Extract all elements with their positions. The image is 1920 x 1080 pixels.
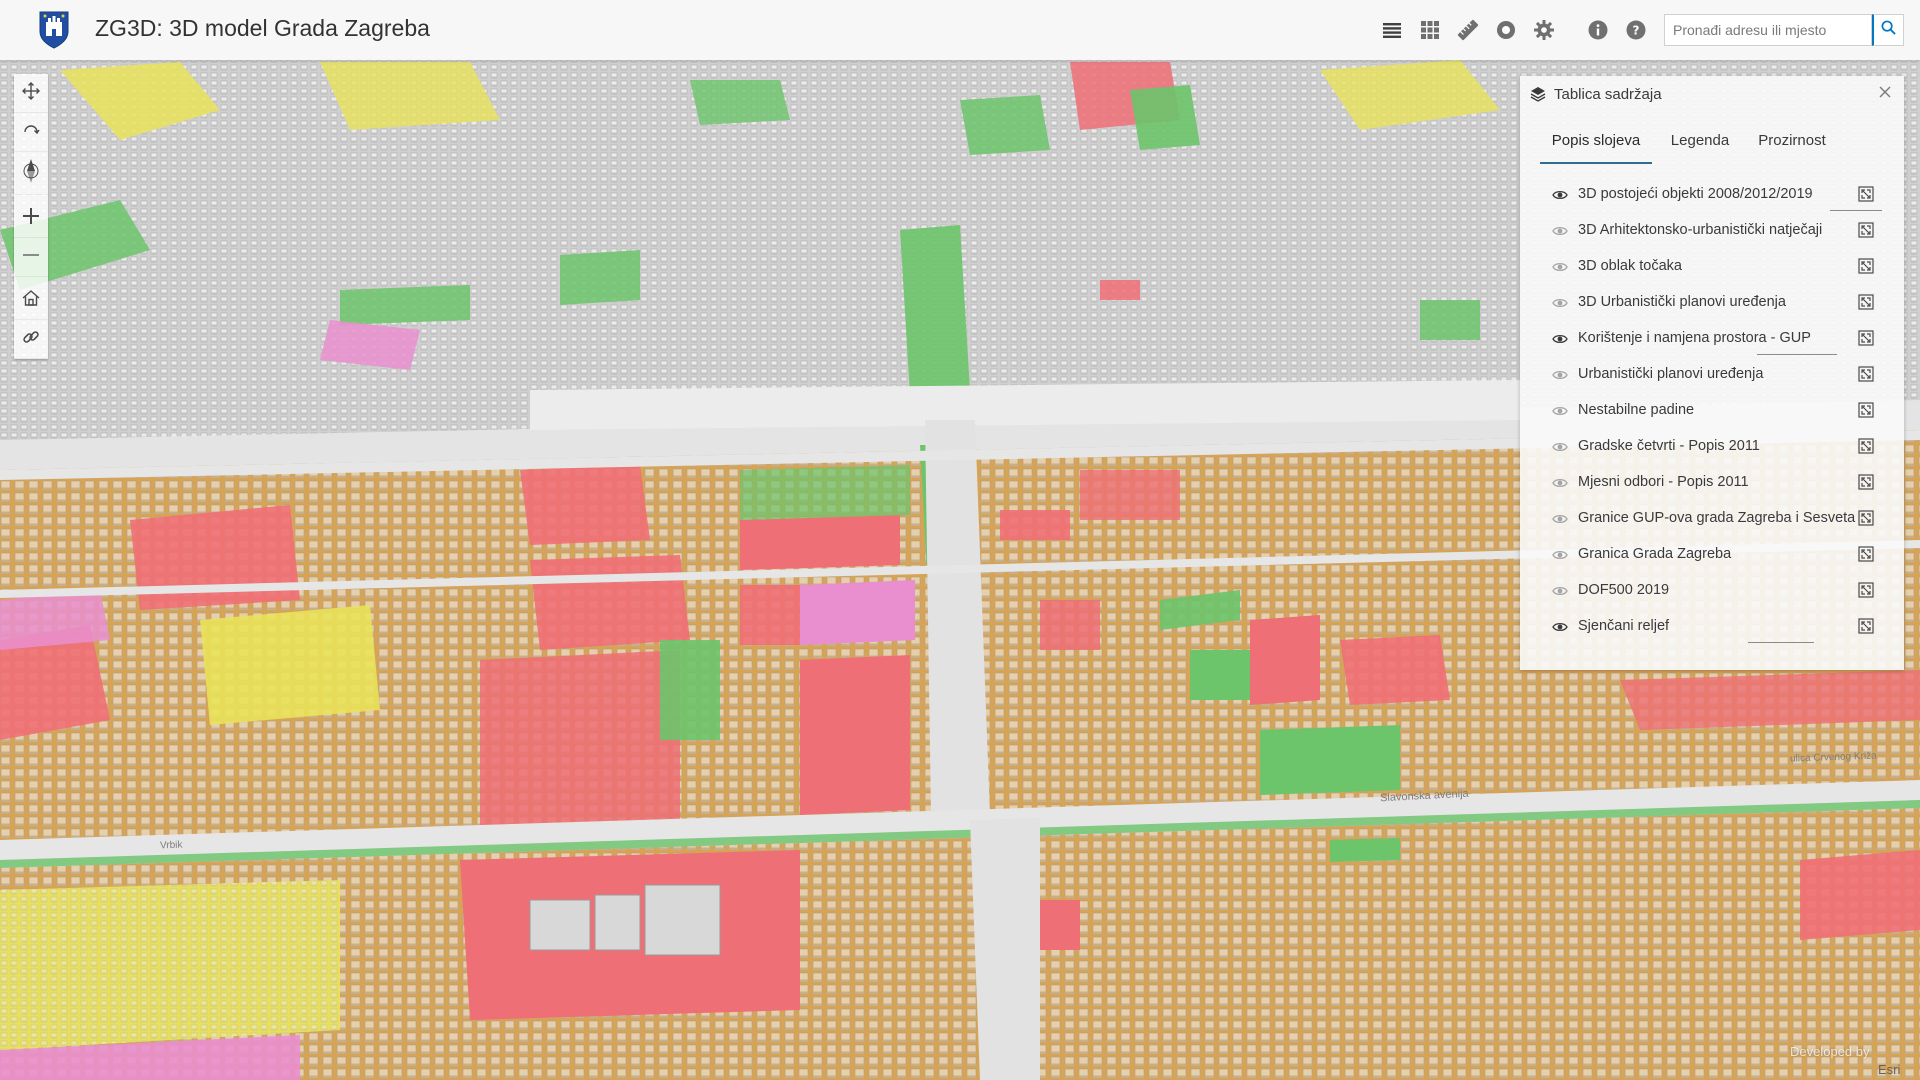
tab-popis-slojeva[interactable]: Popis slojeva xyxy=(1540,128,1652,164)
daylight-icon[interactable] xyxy=(1490,14,1522,46)
eye-visible-icon[interactable] xyxy=(1552,331,1570,349)
zoom-to-layer-icon[interactable] xyxy=(1858,582,1878,602)
eye-visible-icon[interactable] xyxy=(1552,187,1570,205)
layer-item[interactable]: 3D postojeći objekti 2008/2012/2019 xyxy=(1520,178,1904,214)
zoom-to-layer-icon[interactable] xyxy=(1858,438,1878,458)
layer-item[interactable]: 3D oblak točaka xyxy=(1520,250,1904,286)
zoom-to-layer-icon[interactable] xyxy=(1858,474,1878,494)
zoom-in-button[interactable] xyxy=(14,199,48,238)
rotate-button[interactable] xyxy=(14,113,48,152)
search-icon xyxy=(1881,20,1896,40)
layer-name: Sjenčani reljef xyxy=(1578,618,1670,634)
eye-hidden-icon[interactable] xyxy=(1552,259,1570,277)
eye-hidden-icon[interactable] xyxy=(1552,475,1570,493)
layer-scale-bar xyxy=(1757,354,1837,355)
layer-name: Urbanistički planovi uređenja xyxy=(1578,366,1764,382)
tab-prozirnost[interactable]: Prozirnost xyxy=(1750,128,1834,162)
layer-item[interactable]: Granica Grada Zagreba xyxy=(1520,538,1904,574)
zoom-out-button[interactable] xyxy=(14,238,48,277)
street-label-west: Vrbik xyxy=(159,839,183,852)
layer-name: 3D oblak točaka xyxy=(1578,258,1682,274)
layer-item[interactable]: DOF500 2019 xyxy=(1520,574,1904,610)
home-icon xyxy=(22,289,40,312)
app-header: ZG3D: 3D model Grada Zagreba ? xyxy=(0,0,1920,60)
rotate-icon xyxy=(22,121,40,144)
layer-item[interactable]: Granice GUP-ova grada Zagreba i Sesveta xyxy=(1520,502,1904,538)
layer-name: Korištenje i namjena prostora - GUP xyxy=(1578,330,1811,346)
toc-header: Tablica sadržaja xyxy=(1520,76,1904,112)
zoom-to-layer-icon[interactable] xyxy=(1858,618,1878,638)
layer-name: Granice GUP-ova grada Zagreba i Sesveta xyxy=(1578,510,1856,526)
zoom-to-layer-icon[interactable] xyxy=(1858,510,1878,530)
eye-visible-icon[interactable] xyxy=(1552,619,1570,637)
layer-name: DOF500 2019 xyxy=(1578,582,1670,598)
layer-name: Mjesni odbori - Popis 2011 xyxy=(1578,474,1749,490)
compass-icon xyxy=(21,158,41,189)
app-title: ZG3D: 3D model Grada Zagreba xyxy=(95,15,430,41)
layer-item[interactable]: Korištenje i namjena prostora - GUP xyxy=(1520,322,1904,358)
layer-item[interactable]: 3D Arhitektonsko-urbanistički natječaji xyxy=(1520,214,1904,250)
basemap-gallery-icon[interactable] xyxy=(1414,14,1446,46)
pan-button[interactable] xyxy=(14,74,48,113)
layer-scale-bar xyxy=(1748,642,1814,643)
search-button[interactable] xyxy=(1872,14,1904,46)
table-of-contents-panel: Tablica sadržaja Popis slojeva Legenda P… xyxy=(1520,76,1904,670)
zoom-to-layer-icon[interactable] xyxy=(1858,222,1878,242)
layer-item[interactable]: Sjenčani reljef xyxy=(1520,610,1904,646)
eye-hidden-icon[interactable] xyxy=(1552,583,1570,601)
map-navigation-toolbar xyxy=(14,74,48,359)
eye-hidden-icon[interactable] xyxy=(1552,547,1570,565)
svg-text:?: ? xyxy=(1633,24,1640,38)
help-icon[interactable]: ? xyxy=(1620,14,1652,46)
zoom-to-layer-icon[interactable] xyxy=(1858,186,1878,206)
search-input[interactable] xyxy=(1665,15,1871,45)
toc-title: Tablica sadržaja xyxy=(1554,86,1662,103)
layer-name: 3D postojeći objekti 2008/2012/2019 xyxy=(1578,186,1813,202)
tab-legenda[interactable]: Legenda xyxy=(1664,128,1736,162)
zoom-to-layer-icon[interactable] xyxy=(1858,366,1878,386)
measure-icon[interactable] xyxy=(1452,14,1484,46)
eye-hidden-icon[interactable] xyxy=(1552,295,1570,313)
zoom-to-layer-icon[interactable] xyxy=(1858,294,1878,314)
eye-hidden-icon[interactable] xyxy=(1552,511,1570,529)
pan-icon xyxy=(22,81,40,105)
layer-name: 3D Urbanistički planovi uređenja xyxy=(1578,294,1786,310)
zoom-in-icon xyxy=(23,207,39,229)
eye-hidden-icon[interactable] xyxy=(1552,367,1570,385)
eye-hidden-icon[interactable] xyxy=(1552,223,1570,241)
layer-name: 3D Arhitektonsko-urbanistički natječaji xyxy=(1578,222,1823,238)
eye-hidden-icon[interactable] xyxy=(1552,439,1570,457)
layer-item[interactable]: 3D Urbanistički planovi uređenja xyxy=(1520,286,1904,322)
layer-name: Gradske četvrti - Popis 2011 xyxy=(1578,438,1760,454)
layer-name: Granica Grada Zagreba xyxy=(1578,546,1732,562)
close-icon xyxy=(1879,85,1891,103)
layer-item[interactable]: Gradske četvrti - Popis 2011 xyxy=(1520,430,1904,466)
zoom-to-layer-icon[interactable] xyxy=(1858,402,1878,422)
link-icon xyxy=(22,328,40,351)
search-box xyxy=(1664,14,1872,46)
layer-scale-bar xyxy=(1830,210,1882,211)
zoom-out-icon xyxy=(23,247,39,268)
attribution-developed-by: Developed by xyxy=(1790,1044,1870,1059)
home-button[interactable] xyxy=(14,281,48,320)
zoom-to-layer-icon[interactable] xyxy=(1858,546,1878,566)
settings-icon[interactable] xyxy=(1528,14,1560,46)
info-icon[interactable] xyxy=(1582,14,1614,46)
attribution-esri[interactable]: Esri xyxy=(1878,1062,1900,1077)
share-link-button[interactable] xyxy=(14,320,48,359)
toc-close-button[interactable] xyxy=(1876,85,1894,103)
layers-icon xyxy=(1530,86,1546,107)
compass-button[interactable] xyxy=(14,152,48,195)
zagreb-coat-of-arms-logo xyxy=(38,10,70,50)
zoom-to-layer-icon[interactable] xyxy=(1858,330,1878,350)
layer-item[interactable]: Nestabilne padine xyxy=(1520,394,1904,430)
layer-item[interactable]: Urbanistički planovi uređenja xyxy=(1520,358,1904,394)
zoom-to-layer-icon[interactable] xyxy=(1858,258,1878,278)
layer-name: Nestabilne padine xyxy=(1578,402,1695,418)
layer-list-icon[interactable] xyxy=(1376,14,1408,46)
layer-item[interactable]: Mjesni odbori - Popis 2011 xyxy=(1520,466,1904,502)
eye-hidden-icon[interactable] xyxy=(1552,403,1570,421)
